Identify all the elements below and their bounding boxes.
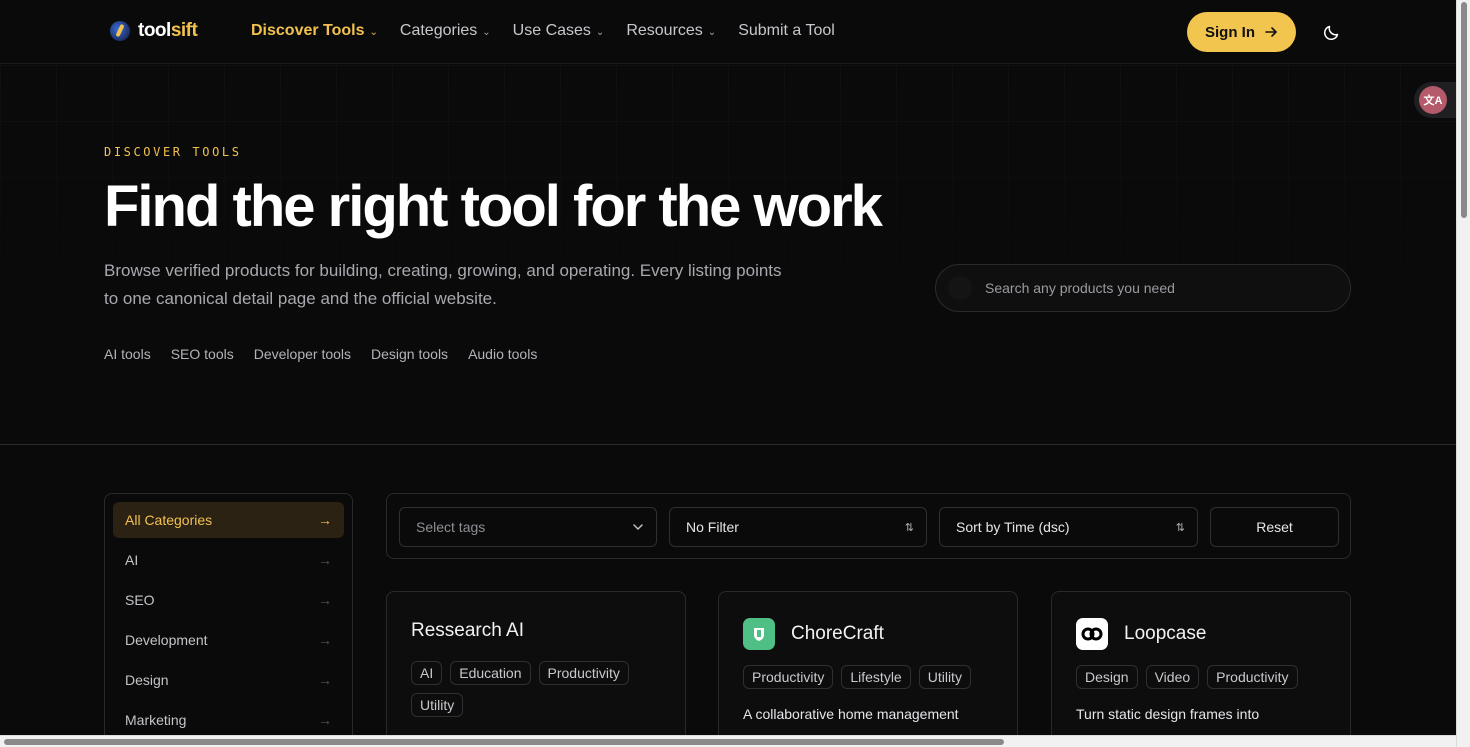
page-title: Find the right tool for the work (104, 174, 883, 239)
sidebar-item-design[interactable]: Design → (113, 662, 344, 698)
tag[interactable]: AI (411, 661, 443, 685)
hero-eyebrow: DISCOVER TOOLS (104, 145, 242, 159)
sidebar-item-ai[interactable]: AI → (113, 542, 344, 578)
card-title: ChoreCraft (791, 623, 884, 644)
translate-icon: 文A (1419, 86, 1447, 114)
sign-in-button[interactable]: Sign In (1187, 12, 1296, 52)
card-title: Loopcase (1124, 623, 1207, 644)
nav-categories[interactable]: Categories ⌄ (400, 22, 491, 40)
quick-link-developer[interactable]: Developer tools (254, 346, 351, 362)
arrow-right-icon: → (318, 592, 332, 608)
quick-link-audio[interactable]: Audio tools (468, 346, 537, 362)
card-description: A collaborative home management (743, 706, 959, 722)
tags-select[interactable]: Select tags (399, 507, 657, 547)
top-nav: toolsift Discover Tools ⌄ Categories ⌄ Use… (0, 0, 1456, 64)
vertical-scrollbar[interactable] (1456, 0, 1470, 747)
horizontal-scrollbar-thumb[interactable] (4, 739, 1004, 745)
card-tags: Design Video Productivity (1076, 665, 1336, 689)
arrow-right-icon: → (318, 712, 332, 728)
sidebar-item-marketing[interactable]: Marketing → (113, 702, 344, 735)
loopcase-logo-icon (1076, 618, 1108, 650)
arrow-right-icon: → (318, 552, 332, 568)
chevron-down-icon: ⌄ (595, 26, 605, 38)
tag[interactable]: Productivity (1207, 665, 1298, 689)
hero: DISCOVER TOOLS Find the right tool for t… (0, 65, 1456, 445)
quick-links: AI tools SEO tools Developer tools Desig… (104, 346, 537, 362)
vertical-scrollbar-thumb[interactable] (1461, 2, 1467, 218)
search-icon (948, 276, 972, 300)
tag[interactable]: Utility (411, 693, 464, 717)
card-description: Turn static design frames into (1076, 706, 1260, 722)
card-tags: AI Education Productivity Utility (411, 661, 671, 717)
tool-card[interactable]: Ressearch AI AI Education Productivity U… (386, 591, 686, 735)
nav-submit-tool[interactable]: Submit a Tool (738, 22, 835, 40)
chevron-down-icon: ⌄ (482, 26, 491, 38)
search-placeholder: Search any products you need (985, 280, 1175, 296)
sort-select[interactable]: Sort by Time (dsc) ⇅ (939, 507, 1198, 547)
tag[interactable]: Education (450, 661, 531, 685)
sidebar-item-seo[interactable]: SEO → (113, 582, 344, 618)
chevron-up-down-icon: ⇅ (904, 521, 914, 534)
chevron-down-icon: ⌄ (707, 26, 717, 38)
page: toolsift Discover Tools ⌄ Categories ⌄ Use… (0, 0, 1456, 735)
card-title: Ressearch AI (411, 620, 524, 641)
moon-icon[interactable] (1322, 22, 1342, 42)
arrow-right-icon: → (318, 512, 332, 528)
sidebar-item-development[interactable]: Development → (113, 622, 344, 658)
translate-button[interactable]: 文A (1414, 82, 1456, 118)
tag[interactable]: Productivity (538, 661, 629, 685)
chevron-down-icon (633, 524, 643, 531)
chorecraft-logo-icon (743, 618, 775, 650)
filter-select[interactable]: No Filter ⇅ (669, 507, 927, 547)
nav-resources[interactable]: Resources ⌄ (626, 22, 716, 40)
arrow-right-icon (1265, 27, 1277, 37)
logo[interactable]: toolsift (110, 20, 198, 42)
tool-card[interactable]: ChoreCraft Productivity Lifestyle Utilit… (718, 591, 1018, 735)
chevron-up-down-icon: ⇅ (1175, 521, 1185, 534)
tag[interactable]: Utility (918, 665, 971, 689)
quick-link-ai[interactable]: AI tools (104, 346, 151, 362)
arrow-right-icon: → (318, 632, 332, 648)
filter-bar: Select tags No Filter ⇅ Sort by Time (ds… (386, 493, 1351, 559)
reset-button[interactable]: Reset (1210, 507, 1339, 547)
nav-use-cases[interactable]: Use Cases ⌄ (513, 22, 605, 40)
tool-card[interactable]: Loopcase Design Video Productivity Turn … (1051, 591, 1351, 735)
horizontal-scrollbar[interactable] (0, 735, 1456, 747)
nav-links: Discover Tools ⌄ Categories ⌄ Use Cases ⌄ R… (251, 22, 835, 40)
arrow-right-icon: → (318, 672, 332, 688)
hero-subtitle: Browse verified products for building, c… (104, 261, 782, 308)
chevron-down-icon: ⌄ (369, 26, 378, 38)
tag[interactable]: Design (1076, 665, 1138, 689)
tag[interactable]: Productivity (743, 665, 834, 689)
tag[interactable]: Lifestyle (841, 665, 911, 689)
logo-icon (110, 21, 130, 41)
tag[interactable]: Video (1145, 665, 1200, 689)
quick-link-seo[interactable]: SEO tools (171, 346, 234, 362)
card-tags: Productivity Lifestyle Utility (743, 665, 1003, 689)
logo-text: toolsift (138, 20, 198, 41)
sidebar-item-all-categories[interactable]: All Categories → (113, 502, 344, 538)
search-input[interactable]: Search any products you need (935, 264, 1351, 312)
quick-link-design[interactable]: Design tools (371, 346, 448, 362)
category-sidebar: All Categories → AI → SEO → Development → De… (104, 493, 353, 735)
nav-discover-tools[interactable]: Discover Tools ⌄ (251, 22, 378, 40)
